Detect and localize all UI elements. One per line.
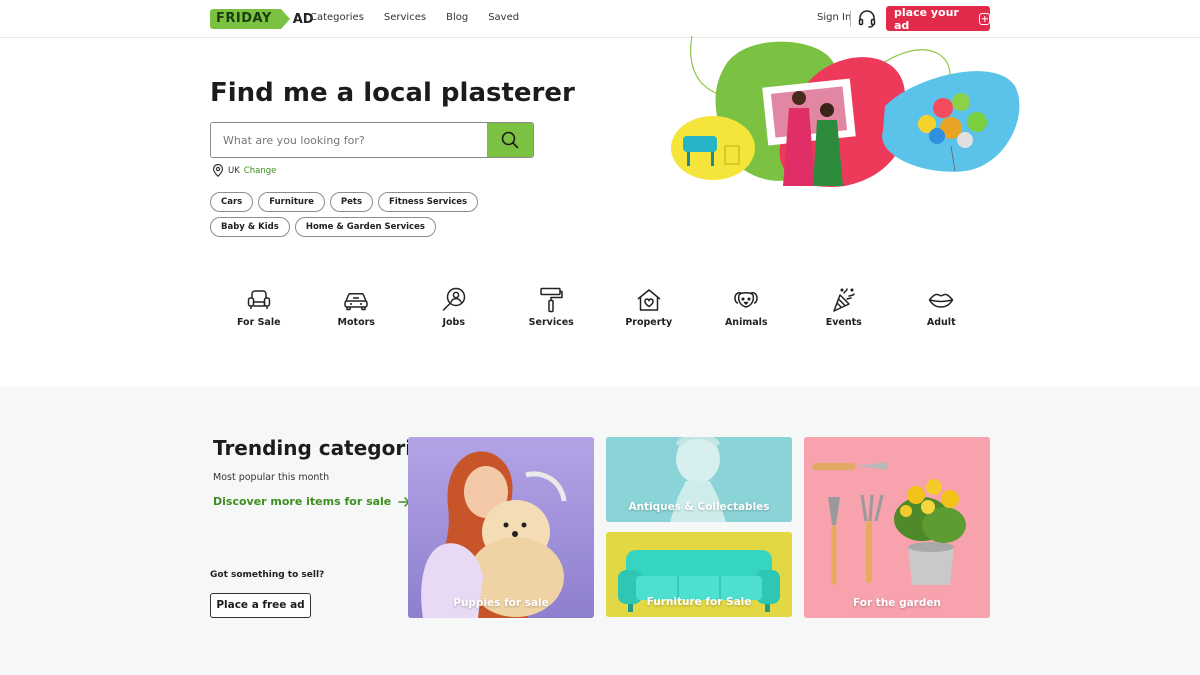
location-change-link[interactable]: Change	[244, 166, 277, 176]
chip-fitness-services[interactable]: Fitness Services	[378, 192, 479, 212]
nav-blog[interactable]: Blog	[446, 12, 468, 23]
category-label: Animals	[724, 317, 768, 328]
dog-icon	[734, 292, 758, 308]
category-for-sale[interactable]: For Sale	[210, 287, 308, 328]
main-categories: For Sale Motors Jobs Services Property A…	[210, 287, 990, 328]
page: FRIDAY AD Categories Services Blog Saved…	[0, 0, 1200, 675]
card-puppies[interactable]: Puppies for sale	[408, 437, 594, 618]
trending-subtitle: Most popular this month	[213, 472, 330, 483]
category-adult[interactable]: Adult	[893, 287, 991, 328]
card-garden[interactable]: For the garden	[804, 437, 990, 618]
person-search-icon	[442, 287, 465, 311]
category-animals[interactable]: Animals	[698, 287, 796, 328]
house-heart-icon	[637, 289, 661, 311]
discover-more-label: Discover more items for sale	[213, 495, 392, 508]
place-your-ad-button[interactable]: place your ad	[886, 5, 990, 32]
garden-image	[804, 437, 990, 618]
discover-more-link[interactable]: Discover more items for sale	[213, 495, 411, 508]
category-label: Events	[825, 317, 862, 328]
chip-cars[interactable]: Cars	[210, 192, 254, 212]
paint-roller-icon	[540, 287, 563, 313]
hero-illustration	[671, 36, 1020, 187]
party-popper-icon	[833, 288, 855, 312]
search-input[interactable]	[211, 123, 487, 157]
nav-services[interactable]: Services	[384, 12, 426, 23]
card-label: Antiques & Collectables	[628, 501, 770, 513]
category-label: Motors	[337, 317, 375, 328]
category-events[interactable]: Events	[795, 287, 893, 328]
sell-prompt: Got something to sell?	[210, 570, 325, 580]
main-nav: Categories Services Blog Saved	[310, 12, 519, 23]
puppies-image	[408, 437, 594, 618]
category-label: Property	[625, 317, 673, 328]
search-icon	[501, 131, 519, 149]
card-label: Puppies for sale	[453, 597, 549, 609]
category-property[interactable]: Property	[600, 287, 698, 328]
hero-title: Find me a local plasterer	[210, 78, 575, 108]
category-jobs[interactable]: Jobs	[405, 287, 503, 328]
search-bar	[210, 122, 534, 158]
sign-in-link[interactable]: Sign In	[817, 12, 851, 23]
category-services[interactable]: Services	[503, 287, 601, 328]
header-divider	[850, 11, 851, 27]
headset-icon[interactable]	[857, 9, 877, 29]
card-antiques[interactable]: Antiques & Collectables	[606, 437, 792, 522]
card-label: Furniture for Sale	[646, 596, 752, 608]
location-country: UK	[228, 165, 240, 176]
location-pin-icon	[212, 164, 224, 177]
chip-baby-kids[interactable]: Baby & Kids	[210, 217, 290, 237]
nav-categories[interactable]: Categories	[310, 12, 364, 23]
category-label: For Sale	[236, 317, 281, 328]
trending-title: Trending categories	[213, 436, 438, 460]
quick-search-chips: Cars Furniture Pets Fitness Services Bab…	[210, 192, 550, 237]
car-icon	[344, 293, 368, 311]
card-furniture[interactable]: Furniture for Sale	[606, 532, 792, 617]
chip-home-garden-services[interactable]: Home & Garden Services	[294, 217, 436, 237]
search-button[interactable]	[487, 123, 533, 157]
category-label: Jobs	[442, 317, 466, 328]
logo-friday-text: FRIDAY	[210, 9, 290, 29]
place-your-ad-label: place your ad	[894, 5, 959, 32]
category-label: Services	[528, 317, 574, 328]
trending-section: Trending categories Most popular this mo…	[0, 387, 1200, 675]
place-free-ad-button[interactable]: Place a free ad	[210, 593, 311, 618]
lips-icon	[929, 293, 954, 308]
category-motors[interactable]: Motors	[308, 287, 406, 328]
armchair-icon	[247, 290, 270, 309]
plus-square-icon	[979, 12, 990, 25]
nav-saved[interactable]: Saved	[488, 12, 519, 23]
top-header: FRIDAY AD Categories Services Blog Saved…	[0, 0, 1200, 38]
location-selector: UK Change	[212, 164, 276, 177]
friday-ad-logo[interactable]: FRIDAY AD	[210, 9, 314, 29]
chip-pets[interactable]: Pets	[329, 192, 374, 212]
card-label: For the garden	[853, 597, 941, 609]
chip-furniture[interactable]: Furniture	[258, 192, 325, 212]
category-label: Adult	[926, 317, 956, 328]
